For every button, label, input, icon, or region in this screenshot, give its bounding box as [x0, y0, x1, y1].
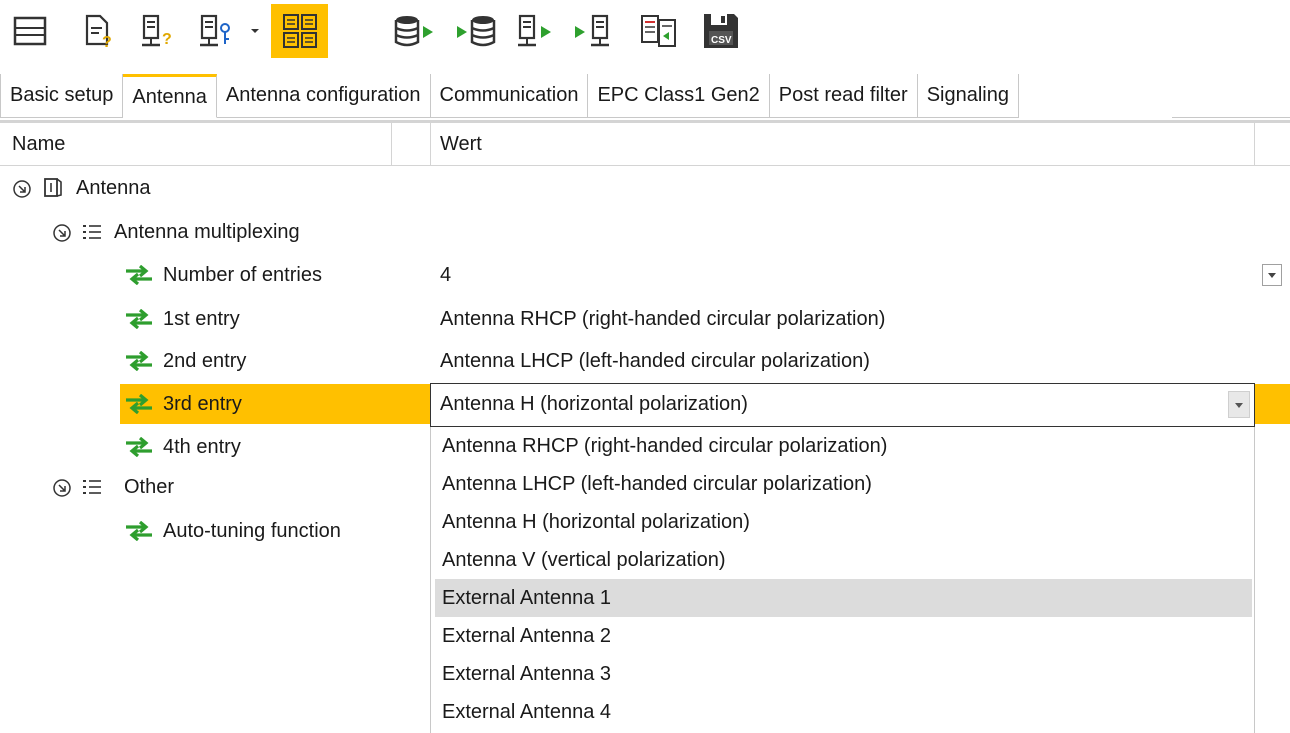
- tab-epc-class1-gen2[interactable]: EPC Class1 Gen2: [588, 74, 770, 118]
- tab-antenna[interactable]: Antenna: [123, 74, 217, 118]
- dropdown-arrow-button[interactable]: [1262, 264, 1282, 286]
- tree-node-label: Antenna multiplexing: [114, 220, 300, 243]
- grid-view-button[interactable]: [271, 4, 328, 58]
- tab-signaling[interactable]: Signaling: [917, 74, 1019, 118]
- device-import-button[interactable]: [572, 8, 618, 54]
- grid-view-icon: [282, 14, 317, 48]
- combobox-selected-value: Antenna H (horizontal polarization): [440, 393, 748, 415]
- toolbar: ? ? CSV: [0, 0, 1290, 70]
- dropdown-option[interactable]: Antenna LHCP (left-handed circular polar…: [435, 465, 1252, 503]
- swap-arrows-icon: [126, 265, 152, 285]
- compare-icon: [641, 15, 676, 47]
- svg-text:CSV: CSV: [711, 35, 732, 46]
- tree-node-label: Antenna: [76, 176, 151, 199]
- tab-communication[interactable]: Communication: [430, 74, 589, 118]
- database-import-button[interactable]: [454, 8, 500, 54]
- property-label: 1st entry: [163, 307, 240, 330]
- list-icon: [83, 225, 101, 239]
- save-csv-icon: CSV: [704, 14, 738, 48]
- device-import-icon: [575, 14, 609, 47]
- dropdown-option[interactable]: External Antenna 4: [435, 693, 1252, 731]
- dropdown-option-highlighted[interactable]: External Antenna 1: [435, 579, 1252, 617]
- database-export-icon: [394, 16, 433, 47]
- tab-antenna-configuration[interactable]: Antenna configuration: [216, 74, 431, 118]
- dropdown-option[interactable]: External Antenna 3: [435, 655, 1252, 693]
- swap-arrows-icon: [126, 437, 152, 457]
- property-row-1st-entry[interactable]: 1st entry Antenna RHCP (right-handed cir…: [0, 299, 1290, 339]
- layout-button[interactable]: [10, 8, 50, 54]
- device-key-button[interactable]: [196, 8, 236, 54]
- collapse-icon[interactable]: [52, 223, 72, 243]
- collapse-icon[interactable]: [12, 179, 32, 199]
- antenna-icon: [44, 178, 62, 197]
- list-icon: [83, 480, 101, 494]
- save-csv-button[interactable]: CSV: [698, 8, 744, 54]
- grid-header: Name Wert: [0, 120, 1290, 166]
- combobox-dropdown-button[interactable]: [1228, 391, 1250, 418]
- property-label: 3rd entry: [163, 392, 242, 415]
- compare-button[interactable]: [636, 8, 682, 54]
- tab-post-read-filter[interactable]: Post read filter: [769, 74, 918, 118]
- property-label: 4th entry: [163, 435, 241, 458]
- document-question-icon: ?: [85, 14, 112, 48]
- document-help-button[interactable]: ?: [78, 8, 118, 54]
- property-label: 2nd entry: [163, 349, 247, 372]
- tree-node-antenna[interactable]: Antenna: [0, 168, 1290, 208]
- dropdown-option[interactable]: Antenna RHCP (right-handed circular pola…: [435, 427, 1252, 465]
- column-divider[interactable]: [391, 123, 392, 165]
- property-label: Number of entries: [163, 263, 322, 286]
- svg-text:?: ?: [162, 31, 172, 48]
- collapse-icon[interactable]: [52, 478, 72, 498]
- tree-node-antenna-multiplexing[interactable]: Antenna multiplexing: [0, 212, 1290, 252]
- property-value[interactable]: Antenna RHCP (right-handed circular pola…: [440, 299, 885, 339]
- selection-highlight: [1255, 384, 1290, 424]
- column-header-value[interactable]: Wert: [440, 123, 482, 165]
- tab-strip: Basic setup Antenna Antenna configuratio…: [0, 74, 1019, 118]
- device-export-icon: [518, 14, 551, 47]
- layout-icon: [13, 16, 47, 46]
- property-row-2nd-entry[interactable]: 2nd entry Antenna LHCP (left-handed circ…: [0, 341, 1290, 381]
- dropdown-option[interactable]: External Antenna 2: [435, 617, 1252, 655]
- tree-node-label: Other: [124, 475, 175, 498]
- swap-arrows-icon: [126, 309, 152, 329]
- property-label: Auto-tuning function: [163, 519, 341, 542]
- dropdown-option[interactable]: Antenna H (horizontal polarization): [435, 503, 1252, 541]
- dropdown-list: Antenna RHCP (right-handed circular pola…: [430, 427, 1255, 733]
- device-help-button[interactable]: ?: [138, 8, 178, 54]
- entry-combobox[interactable]: Antenna H (horizontal polarization): [430, 383, 1255, 427]
- column-header-name[interactable]: Name: [12, 123, 65, 165]
- svg-text:?: ?: [102, 34, 112, 48]
- device-export-button[interactable]: [514, 8, 560, 54]
- property-value[interactable]: Antenna LHCP (left-handed circular polar…: [440, 341, 870, 381]
- swap-arrows-icon: [126, 351, 152, 371]
- dropdown-arrow-icon: [251, 29, 259, 33]
- property-row-number-of-entries[interactable]: Number of entries 4: [0, 255, 1290, 295]
- dropdown-option[interactable]: Antenna V (vertical polarization): [435, 541, 1252, 579]
- device-question-icon: ?: [142, 14, 172, 48]
- toolbar-dropdown-button[interactable]: [248, 8, 262, 54]
- tab-basic-setup[interactable]: Basic setup: [0, 74, 124, 118]
- property-value[interactable]: 4: [440, 255, 451, 295]
- database-import-icon: [457, 16, 496, 47]
- device-key-icon: [200, 14, 230, 47]
- column-divider[interactable]: [430, 123, 431, 165]
- tab-strip-baseline: [1172, 117, 1290, 118]
- swap-arrows-icon: [126, 394, 152, 414]
- swap-arrows-icon: [126, 521, 152, 541]
- database-export-button[interactable]: [392, 8, 438, 54]
- column-divider[interactable]: [1254, 123, 1255, 165]
